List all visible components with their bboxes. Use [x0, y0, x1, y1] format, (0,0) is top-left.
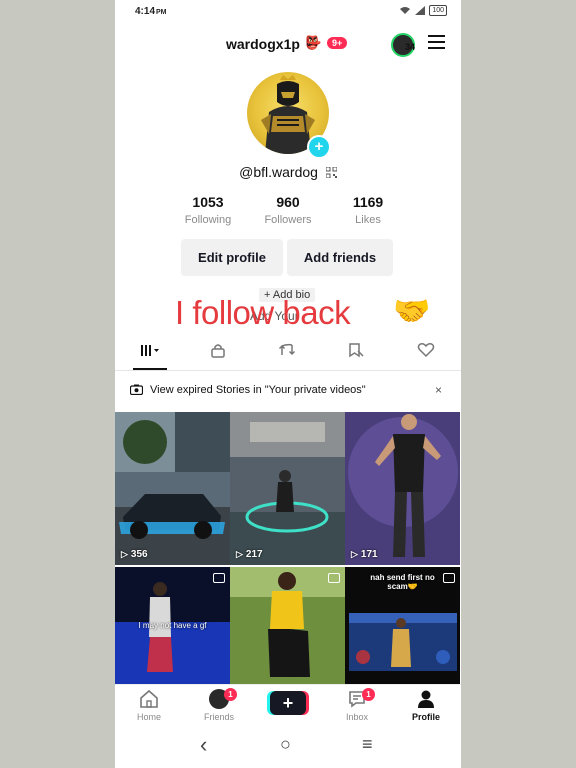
home-icon	[140, 689, 158, 708]
battery-icon: 100	[429, 5, 447, 16]
view-count-1: ▷ 356	[121, 549, 148, 560]
account-switcher[interactable]: wardogx1p	[226, 36, 300, 52]
stat-followers-label: Followers	[264, 214, 312, 226]
photo-caption-1: I may not have a gf	[138, 621, 207, 630]
add-story-plus-button[interactable]: +	[307, 135, 331, 159]
profile-icon	[418, 690, 434, 708]
tab-liked[interactable]	[411, 342, 441, 364]
tab-videos[interactable]	[135, 342, 165, 364]
stat-following-value: 1053	[192, 194, 224, 210]
qr-code-icon[interactable]	[325, 167, 337, 178]
nav-friends[interactable]: 1 Friends	[189, 688, 249, 722]
profile-stats: 1053 Following 960 Followers 1169 Likes	[115, 194, 461, 234]
expired-stories-banner[interactable]: View expired Stories in "Your private vi…	[115, 378, 461, 404]
video-grid: ▷ 356 ▷ 217 ▷ 171 I may not have a gf na…	[115, 412, 461, 684]
camera-icon	[130, 384, 143, 395]
status-time: 4:14PM	[135, 6, 167, 17]
notification-badge: 9+	[327, 37, 348, 49]
tab-reposts[interactable]	[272, 342, 302, 364]
status-icons: 100	[399, 5, 447, 16]
profile-handle: @bfl.wardog	[239, 164, 318, 180]
video-thumbnail-2[interactable]: ▷ 217	[230, 412, 345, 565]
bookmark-icon	[349, 343, 364, 358]
close-banner-button[interactable]: ×	[435, 383, 442, 397]
system-home-button[interactable]: ○	[280, 734, 291, 755]
add-friends-button[interactable]: Add friends	[287, 239, 393, 276]
hamburger-menu-icon[interactable]	[428, 35, 445, 53]
heart-icon	[417, 343, 435, 358]
tab-private[interactable]	[203, 342, 233, 364]
friend-count: 34	[405, 42, 416, 52]
profile-header: wardogx1p 👺 9+ 34	[115, 28, 461, 62]
nav-profile[interactable]: Profile	[396, 688, 456, 722]
nav-home-label: Home	[136, 712, 161, 722]
lock-icon	[211, 344, 225, 358]
view-count-2-value: 217	[245, 549, 263, 560]
stat-likes[interactable]: 1169 Likes	[328, 194, 408, 226]
wifi-icon	[400, 7, 411, 14]
content-tabs	[115, 336, 461, 371]
stat-likes-value: 1169	[352, 194, 384, 210]
photo-caption-3: nah send first no scam🤝	[370, 573, 435, 591]
system-back-button[interactable]: ‹	[200, 732, 207, 758]
photo-type-icon	[213, 573, 225, 583]
stat-followers-value: 960	[276, 194, 300, 210]
edit-profile-button[interactable]: Edit profile	[181, 239, 283, 276]
friends-badge: 1	[224, 688, 237, 701]
stat-following[interactable]: 1053 Following	[168, 194, 248, 226]
stat-likes-label: Likes	[355, 214, 381, 226]
video-thumbnail-3[interactable]: ▷ 171	[345, 412, 460, 565]
view-count-2: ▷ 217	[236, 549, 263, 560]
system-navigation-bar: ‹ ○ ≡	[115, 728, 461, 768]
grid-icon	[141, 345, 159, 356]
photo-type-icon	[328, 573, 340, 583]
signal-icon	[415, 6, 426, 15]
create-post-button[interactable]: +	[270, 691, 306, 715]
stat-followers[interactable]: 960 Followers	[248, 194, 328, 226]
active-tab-underline	[133, 368, 167, 370]
stat-following-label: Following	[184, 214, 232, 226]
follow-back-overlay-text: I follow back	[175, 294, 351, 331]
phone-screen: 4:14PM 100 wardogx1p 👺 9+ 34 + @bfl.ward…	[115, 0, 461, 768]
handshake-emoji-icon: 🤝	[393, 295, 431, 328]
demon-emoji-icon: 👺	[305, 35, 322, 50]
game-character-image	[345, 412, 460, 565]
status-time-value: 4:14	[135, 6, 156, 17]
tab-favorites[interactable]	[341, 342, 371, 364]
car-scene-image	[115, 412, 230, 565]
view-count-3-value: 171	[360, 549, 378, 560]
view-count-1-value: 356	[130, 549, 148, 560]
view-count-3: ▷ 171	[351, 549, 378, 560]
nav-friends-label: Friends	[203, 712, 234, 722]
status-ampm: PM	[156, 9, 167, 16]
bottom-navigation: Home 1 Friends + 1 Inbox Profile	[115, 684, 461, 729]
nav-profile-label: Profile	[411, 712, 440, 722]
nav-home[interactable]: Home	[119, 688, 179, 722]
video-thumbnail-1[interactable]: ▷ 356	[115, 412, 230, 565]
yellow-shirt-person-image	[230, 567, 345, 684]
expired-stories-text: View expired Stories in "Your private vi…	[150, 384, 366, 396]
inbox-badge: 1	[362, 688, 375, 701]
system-recents-button[interactable]: ≡	[362, 734, 373, 755]
status-bar: 4:14PM 100	[115, 0, 461, 24]
repost-icon	[278, 343, 296, 356]
game-interior-image	[230, 412, 345, 565]
nav-inbox-label: Inbox	[345, 712, 369, 722]
nav-inbox[interactable]: 1 Inbox	[327, 688, 387, 722]
avatar-wrapper[interactable]: +	[247, 72, 331, 159]
handle-row: @bfl.wardog	[115, 164, 461, 180]
